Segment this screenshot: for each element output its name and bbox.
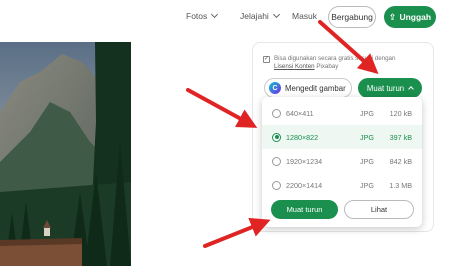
size-option[interactable]: 2200×1414 JPG 1.3 MB [262, 173, 422, 197]
download-dropdown-label: Muat turun [366, 83, 405, 93]
nav-photos-label: Fotos [186, 11, 208, 21]
edit-image-label: Mengedit gambar [285, 83, 346, 93]
upload-icon: ⇪ [388, 11, 397, 22]
nav-explore-label: Jelajahi [240, 11, 269, 21]
radio-button[interactable] [272, 156, 281, 166]
edit-image-button[interactable]: C Mengedit gambar [264, 78, 352, 98]
canva-logo-icon: C [269, 82, 281, 94]
size-option[interactable]: 1920×1234 JPG 842 kB [262, 149, 422, 173]
size-dimensions: 2200×1414 [286, 180, 323, 190]
size-format: JPG [360, 180, 374, 190]
license-text: Bisa digunakan secara gratis sesuai deng… [274, 55, 396, 62]
size-filesize: 1.3 MB [389, 180, 412, 190]
login-link[interactable]: Masuk [292, 11, 317, 21]
upload-button[interactable]: ⇪ Unggah [384, 6, 436, 28]
size-dimensions: 1280×822 [286, 132, 319, 142]
size-dimensions: 640×411 [286, 108, 314, 118]
size-option[interactable]: 640×411 JPG 120 kB [262, 101, 422, 125]
nav-explore-dropdown[interactable]: Jelajahi [240, 10, 280, 21]
radio-button[interactable] [272, 180, 281, 190]
arrow-to-size-option [186, 88, 258, 128]
join-label: Bergabung [331, 12, 373, 22]
size-format: JPG [360, 132, 374, 142]
size-filesize: 397 kB [389, 132, 412, 142]
photo-preview[interactable] [0, 42, 131, 266]
radio-button[interactable] [272, 108, 281, 118]
photo-image [0, 42, 131, 266]
size-dimensions: 1920×1234 [286, 156, 323, 166]
view-button[interactable]: Lihat [344, 200, 414, 219]
download-dropdown-button[interactable]: Muat turun [358, 78, 422, 98]
size-filesize: 842 kB [389, 156, 412, 166]
license-suffix: Pixabay [316, 63, 339, 71]
download-button[interactable]: Muat turun [271, 200, 338, 219]
login-label: Masuk [292, 11, 318, 21]
join-button[interactable]: Bergabung [328, 6, 376, 28]
chevron-down-icon [211, 10, 219, 19]
view-label: Lihat [370, 205, 388, 214]
license-text-wrap: Bisa digunakan secara gratis sesuai deng… [274, 55, 395, 72]
chevron-up-icon [408, 86, 414, 92]
nav-photos-dropdown[interactable]: Fotos [186, 10, 219, 21]
size-filesize: 120 kB [389, 108, 412, 118]
size-format: JPG [360, 156, 374, 166]
check-icon: ✓ [263, 56, 270, 63]
size-format: JPG [360, 108, 374, 118]
download-label: Muat turun [286, 205, 323, 214]
license-notice: ✓ Bisa digunakan secara gratis sesuai de… [263, 55, 423, 72]
radio-button-checked[interactable] [272, 132, 281, 142]
license-link[interactable]: Lisensi Konten [274, 63, 315, 70]
top-navigation: Fotos Jelajahi Masuk Bergabung ⇪ Unggah [0, 0, 474, 36]
size-option-selected[interactable]: 1280×822 JPG 397 kB [262, 125, 422, 149]
upload-label: Unggah [399, 12, 432, 22]
chevron-down-icon [272, 10, 280, 19]
